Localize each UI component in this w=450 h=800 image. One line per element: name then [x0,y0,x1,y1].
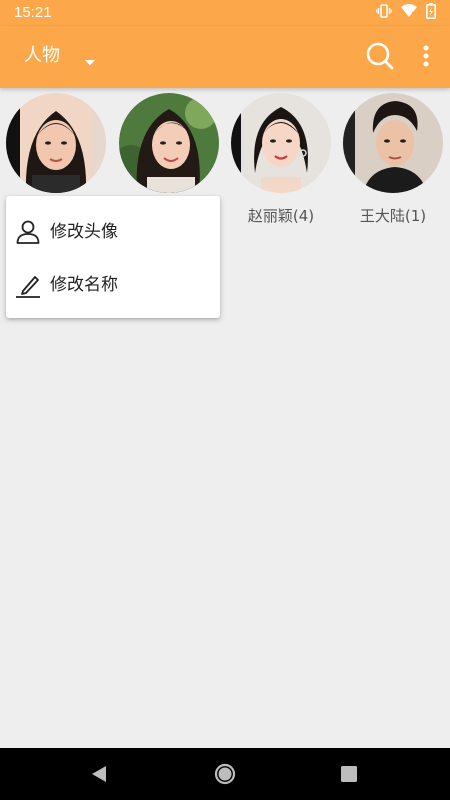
person-item[interactable]: 王大陆(1) [341,92,445,232]
menu-item-label: 修改名称 [50,275,118,295]
system-nav-bar [0,748,450,800]
wifi-icon [400,3,418,23]
menu-item-label: 修改头像 [50,222,118,242]
rename-menu-item[interactable]: 修改名称 [6,257,220,311]
avatar[interactable] [6,93,106,193]
caret-down-icon[interactable] [82,53,98,66]
person-item[interactable]: 赵丽颖(4) [229,92,333,232]
status-time: 15:21 [14,4,52,21]
battery-charging-icon [426,3,436,23]
avatar[interactable] [119,93,219,193]
status-icons [376,3,436,23]
edit-pencil-icon [14,271,42,299]
change-avatar-menu-item[interactable]: 修改头像 [6,204,220,258]
home-icon[interactable] [213,762,237,786]
person-name: 赵丽颖(4) [247,207,315,225]
popup-menu: 修改头像 修改名称 [6,196,220,318]
person-icon [14,218,42,246]
page-title[interactable]: 人物 [24,44,60,68]
avatar[interactable] [231,93,331,193]
back-icon[interactable] [88,762,112,786]
avatar[interactable] [343,93,443,193]
person-name: 王大陆(1) [359,207,427,225]
search-icon[interactable] [364,40,396,72]
app-bar: 人物 [0,26,450,88]
more-vert-icon[interactable] [414,40,438,72]
status-bar: 15:21 [0,0,450,26]
vibrate-icon [376,3,392,23]
recents-icon[interactable] [337,762,361,786]
